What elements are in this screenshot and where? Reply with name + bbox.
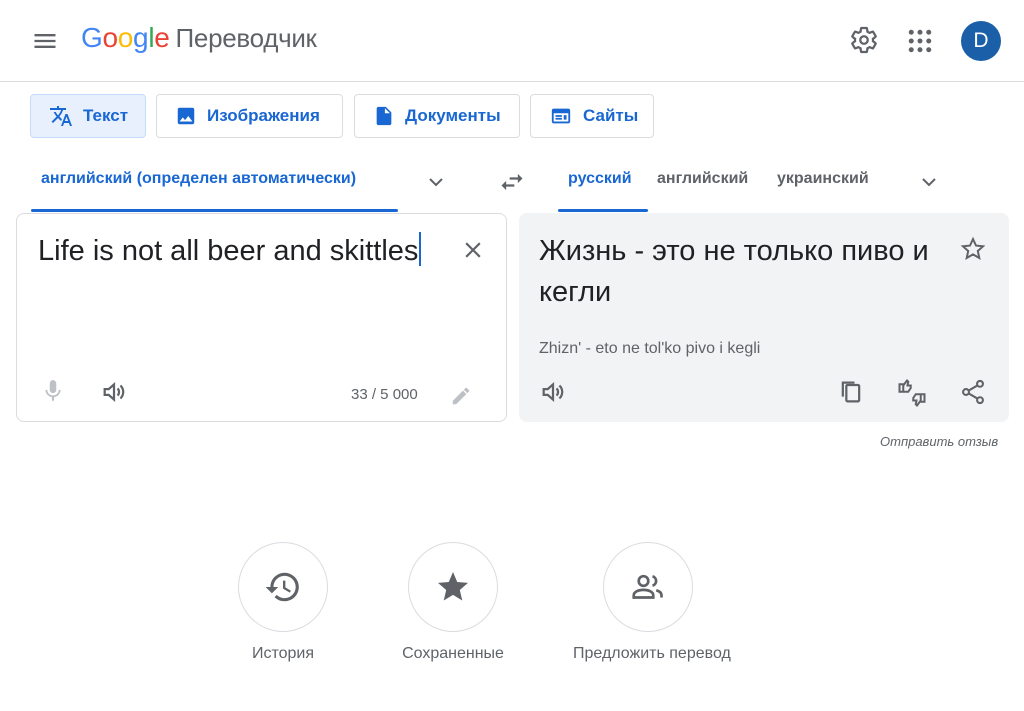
transliteration-text: Zhizn' - eto ne tol'ko pivo i kegli xyxy=(539,340,761,357)
apps-grid-icon[interactable] xyxy=(905,26,935,56)
app-header: Google Переводчик D xyxy=(0,0,1024,82)
character-counter: 33 / 5 000 xyxy=(351,386,418,403)
image-icon xyxy=(175,105,197,127)
mode-text-label: Текст xyxy=(83,106,129,125)
source-lang-underline xyxy=(31,209,398,212)
source-text-value: Life is not all beer and skittles xyxy=(38,235,419,267)
document-icon xyxy=(373,105,395,127)
history-button[interactable] xyxy=(238,542,328,632)
save-star-icon[interactable] xyxy=(959,235,987,263)
source-lang-dropdown-chevron-down-icon[interactable] xyxy=(424,170,448,194)
target-listen-speaker-icon[interactable] xyxy=(539,378,567,406)
product-name: Переводчик xyxy=(175,23,317,53)
translation-panel: Жизнь - это не только пиво и кегли Zhizn… xyxy=(519,213,1009,422)
target-lang-dropdown-chevron-down-icon[interactable] xyxy=(917,170,941,194)
share-icon[interactable] xyxy=(959,378,987,406)
mode-images-label: Изображения xyxy=(207,106,320,125)
mode-documents-button[interactable]: Документы xyxy=(354,94,520,138)
target-lang-english[interactable]: английский xyxy=(657,170,748,188)
target-lang-ukrainian[interactable]: украинский xyxy=(777,170,869,188)
microphone-icon[interactable] xyxy=(40,378,66,404)
people-icon xyxy=(628,569,668,605)
text-cursor xyxy=(419,232,422,266)
google-logo[interactable]: Google Переводчик xyxy=(81,22,317,54)
swap-languages-icon[interactable] xyxy=(498,168,526,196)
star-icon xyxy=(435,569,471,605)
source-text-panel[interactable]: Life is not all beer and skittles 33 / 5… xyxy=(16,213,507,422)
menu-icon[interactable] xyxy=(30,27,60,55)
handwriting-pencil-icon[interactable] xyxy=(450,385,472,407)
mode-websites-button[interactable]: Сайты xyxy=(530,94,654,138)
saved-label: Сохраненные xyxy=(402,645,504,662)
saved-button[interactable] xyxy=(408,542,498,632)
translation-text: Жизнь - это не только пиво и кегли xyxy=(539,235,929,308)
settings-gear-icon[interactable] xyxy=(849,25,879,55)
copy-icon[interactable] xyxy=(837,378,865,406)
rate-translation-thumbs-icon[interactable] xyxy=(896,378,928,408)
contribute-label: Предложить перевод xyxy=(573,645,731,662)
clear-close-icon[interactable] xyxy=(460,237,486,263)
mode-images-button[interactable]: Изображения xyxy=(156,94,343,138)
mode-text-button[interactable]: Текст xyxy=(30,94,146,138)
contribute-button[interactable] xyxy=(603,542,693,632)
source-lang-detected[interactable]: английский (определен автоматически) xyxy=(41,170,356,188)
website-icon xyxy=(549,105,573,127)
source-listen-speaker-icon[interactable] xyxy=(100,378,128,406)
mode-websites-label: Сайты xyxy=(583,106,639,125)
history-icon xyxy=(264,568,302,606)
source-text-input[interactable]: Life is not all beer and skittles xyxy=(38,232,422,268)
history-label: История xyxy=(251,645,315,662)
mode-documents-label: Документы xyxy=(405,106,501,125)
translate-icon xyxy=(49,104,73,128)
target-lang-underline xyxy=(558,209,648,212)
target-lang-russian[interactable]: русский xyxy=(568,170,632,188)
send-feedback-link[interactable]: Отправить отзыв xyxy=(880,434,998,449)
avatar[interactable]: D xyxy=(961,21,1001,61)
